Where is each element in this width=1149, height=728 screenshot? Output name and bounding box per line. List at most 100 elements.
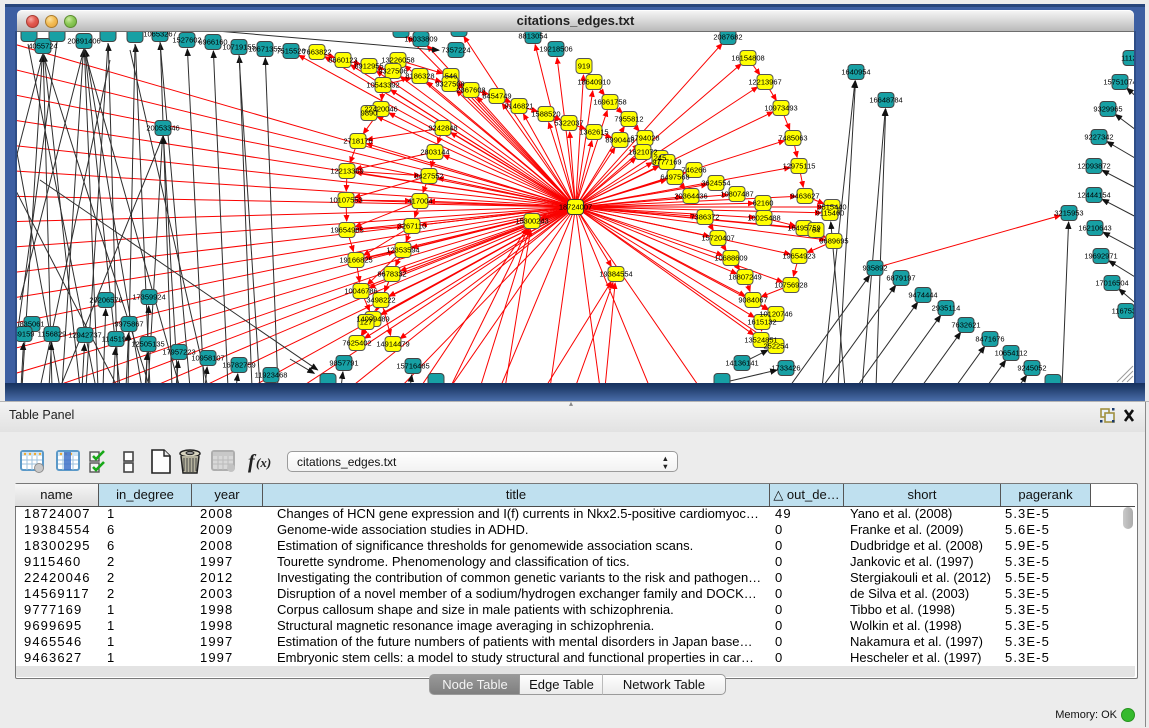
svg-text:9474444: 9474444 [908, 291, 937, 300]
svg-text:417004: 417004 [407, 197, 432, 206]
svg-text:10107553: 10107553 [329, 196, 362, 205]
svg-text:3498222: 3498222 [366, 296, 395, 305]
svg-text:2718176: 2718176 [343, 137, 372, 146]
svg-text:15300243: 15300243 [515, 217, 548, 226]
svg-text:17359924: 17359924 [132, 293, 165, 302]
svg-text:10543392: 10543392 [366, 81, 399, 90]
svg-text:2087682: 2087682 [713, 33, 742, 42]
svg-text:3624554: 3624554 [701, 179, 730, 188]
svg-text:1733426: 1733426 [771, 364, 800, 373]
svg-text:16154808: 16154808 [731, 54, 764, 63]
svg-text:6497568: 6497568 [660, 173, 689, 182]
svg-text:16782759: 16782759 [222, 361, 255, 370]
svg-text:6794028: 6794028 [630, 134, 659, 143]
svg-text:19654923: 19654923 [782, 252, 815, 261]
svg-text:20206576: 20206576 [89, 296, 122, 305]
svg-text:14914479: 14914479 [376, 340, 409, 349]
svg-text:8454749: 8454749 [482, 92, 511, 101]
svg-text:9242848: 9242848 [428, 124, 457, 133]
svg-text:8678332: 8678332 [377, 270, 406, 279]
svg-text:8471676: 8471676 [975, 335, 1004, 344]
svg-text:1167533: 1167533 [1112, 307, 1134, 316]
svg-text:18640910: 18640910 [577, 78, 610, 87]
svg-text:3267110: 3267110 [398, 222, 427, 231]
svg-text:12975115: 12975115 [783, 162, 816, 171]
svg-text:2935114: 2935114 [932, 304, 961, 313]
svg-text:2803144: 2803144 [420, 148, 449, 157]
svg-text:6879197: 6879197 [886, 274, 915, 283]
svg-text:7515526: 7515526 [276, 47, 305, 56]
svg-text:7955812: 7955812 [614, 115, 643, 124]
svg-text:1145194: 1145194 [102, 335, 131, 344]
svg-text:12505135: 12505135 [131, 340, 164, 349]
svg-text:1156829: 1156829 [38, 330, 67, 339]
svg-text:13226058: 13226058 [381, 56, 414, 65]
svg-text:10973493: 10973493 [764, 104, 797, 113]
svg-text:10756928: 10756928 [774, 281, 807, 290]
svg-text:9777169: 9777169 [652, 158, 681, 167]
svg-text:9463627: 9463627 [790, 192, 819, 201]
svg-text:12213369: 12213369 [330, 167, 363, 176]
svg-text:10958107: 10958107 [191, 354, 224, 363]
svg-text:12213967: 12213967 [748, 78, 781, 87]
svg-text:16033809: 16033809 [404, 35, 437, 44]
svg-text:7632621: 7632621 [951, 321, 980, 330]
svg-text:8660123: 8660123 [328, 56, 357, 65]
svg-text:935892: 935892 [862, 264, 887, 273]
svg-text:127: 127 [360, 318, 373, 327]
svg-text:7357224: 7357224 [441, 46, 470, 55]
svg-text:15751074: 15751074 [1103, 78, 1134, 87]
svg-text:9890: 9890 [361, 109, 378, 118]
svg-text:1615132: 1615132 [747, 318, 776, 327]
svg-text:18724007: 18724007 [559, 203, 592, 212]
svg-text:9689695: 9689695 [819, 237, 848, 246]
svg-text:11123: 11123 [1121, 54, 1134, 63]
svg-text:2867608: 2867608 [456, 86, 485, 95]
svg-text:9329965: 9329965 [1093, 105, 1122, 114]
svg-text:20364436: 20364436 [674, 192, 707, 201]
svg-text:1362615: 1362615 [579, 128, 608, 137]
svg-text:7663822: 7663822 [302, 48, 331, 57]
svg-text:9084067: 9084067 [738, 296, 767, 305]
svg-text:9245052: 9245052 [1017, 364, 1046, 373]
svg-text:9227342: 9227342 [1084, 133, 1113, 142]
svg-text:1527602: 1527602 [172, 36, 201, 45]
svg-text:9327506: 9327506 [378, 67, 407, 76]
svg-text:1588520: 1588520 [531, 110, 560, 119]
svg-text:15716485: 15716485 [396, 362, 429, 371]
svg-text:7485063: 7485063 [778, 134, 807, 143]
svg-text:7625402: 7625402 [342, 339, 371, 348]
svg-text:10807487: 10807487 [720, 190, 753, 199]
svg-text:919: 919 [578, 62, 591, 71]
svg-text:17016504: 17016504 [1095, 279, 1128, 288]
svg-text:11923468: 11923468 [255, 371, 288, 380]
svg-text:9857791: 9857791 [329, 359, 358, 368]
svg-text:12353594: 12353594 [386, 246, 419, 255]
svg-text:(x): (x) [256, 455, 271, 470]
svg-text:19692971: 19692971 [1084, 252, 1117, 261]
svg-text:9146821: 9146821 [504, 102, 533, 111]
svg-text:7386372: 7386372 [690, 213, 719, 222]
svg-text:252254: 252254 [763, 342, 788, 351]
svg-text:835061: 835061 [19, 320, 44, 329]
svg-text:10654112: 10654112 [995, 349, 1028, 358]
svg-text:10046786: 10046786 [344, 287, 377, 296]
svg-text:16648784: 16648784 [869, 96, 902, 105]
svg-text:16210643: 16210643 [1078, 224, 1111, 233]
svg-text:16961758: 16961758 [593, 98, 626, 107]
svg-text:1640954: 1640954 [841, 68, 870, 77]
svg-text:19654985: 19654985 [330, 226, 363, 235]
svg-text:15720407: 15720407 [701, 234, 734, 243]
svg-text:10688609: 10688609 [714, 254, 747, 263]
svg-text:10025488: 10025488 [747, 214, 780, 223]
svg-text:12942737: 12942737 [68, 331, 101, 340]
svg-text:14136141: 14136141 [725, 359, 758, 368]
svg-text:19384554: 19384554 [599, 270, 632, 279]
svg-text:12444154: 12444154 [1077, 191, 1110, 200]
svg-text:20891406: 20891406 [67, 37, 100, 46]
svg-text:62160: 62160 [753, 199, 774, 208]
svg-text:12093872: 12093872 [1077, 162, 1110, 171]
svg-text:4055724: 4055724 [28, 42, 57, 51]
svg-text:9115460: 9115460 [816, 209, 845, 218]
svg-text:8427552: 8427552 [414, 172, 443, 181]
